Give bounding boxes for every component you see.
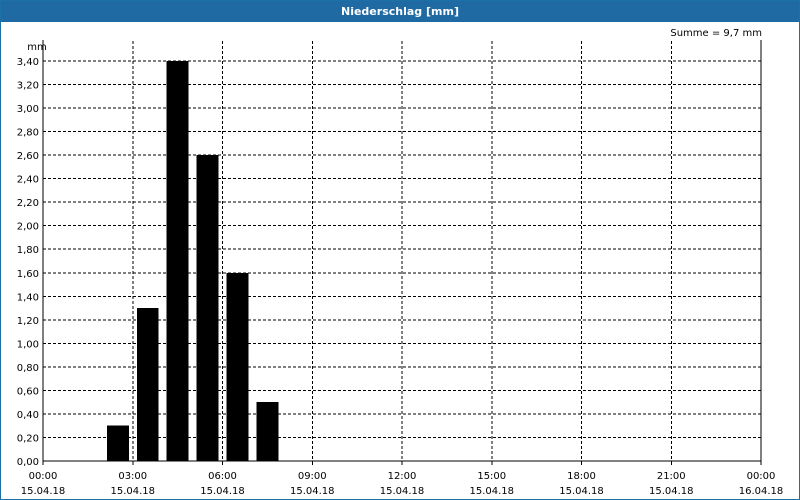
y-tick-label: 3,40 (17, 57, 39, 68)
precipitation-bar (166, 61, 189, 461)
y-tick-label: 1,20 (17, 316, 39, 327)
x-tick-date: 15.04.18 (21, 486, 66, 497)
precipitation-bar (256, 402, 279, 461)
x-tick-time: 03:00 (118, 471, 147, 482)
precipitation-bar (136, 308, 159, 461)
x-tick-date: 15.04.18 (649, 486, 694, 497)
y-tick-label: 1,00 (17, 339, 39, 350)
y-tick-label: 0,00 (17, 457, 39, 468)
y-tick-label: 2,80 (17, 128, 39, 139)
precipitation-bar (106, 425, 129, 461)
precipitation-chart: mm Summe = 9,7 mm 0,00 0,20 0,40 0,60 0,80 1,… (17, 28, 784, 497)
x-tick-date: 15.04.18 (290, 486, 335, 497)
x-tick-time: 06:00 (208, 471, 237, 482)
x-tick-time: 18:00 (567, 471, 596, 482)
x-tick-date: 16.04.18 (739, 486, 784, 497)
y-tick-label: 2,00 (17, 222, 39, 233)
x-tick-labels: 00:00 15.04.18 03:00 15.04.18 06:00 15.04.18 0… (21, 471, 784, 497)
y-tick-label: 2,20 (17, 198, 39, 209)
y-tick-label: 0,60 (17, 386, 39, 397)
y-tick-label: 2,40 (17, 175, 39, 186)
x-tick-date: 15.04.18 (200, 486, 245, 497)
x-tick-date: 15.04.18 (469, 486, 514, 497)
sum-label: Summe = 9,7 mm (670, 28, 762, 39)
x-tick-date: 15.04.18 (559, 486, 604, 497)
x-tick-time: 12:00 (388, 471, 417, 482)
y-tick-label: 3,00 (17, 104, 39, 115)
y-tick-label: 0,80 (17, 363, 39, 374)
y-tick-label: 0,40 (17, 410, 39, 421)
precipitation-bar (226, 272, 249, 461)
x-tick-time: 09:00 (298, 471, 327, 482)
y-tick-label: 1,60 (17, 269, 39, 280)
y-tick-label: 0,20 (17, 433, 39, 444)
x-tick-time: 21:00 (657, 471, 686, 482)
x-tick-date: 15.04.18 (380, 486, 425, 497)
y-tick-label: 2,60 (17, 151, 39, 162)
x-tick-time: 15:00 (477, 471, 506, 482)
y-tick-labels: 0,00 0,20 0,40 0,60 0,80 1,00 1,20 1,40 1,60 1,80… (17, 57, 39, 468)
precipitation-bar (196, 155, 219, 461)
x-tick-time: 00:00 (747, 471, 776, 482)
x-tick-date: 15.04.18 (110, 486, 155, 497)
y-tick-label: 1,40 (17, 292, 39, 303)
y-tick-label: 3,20 (17, 81, 39, 92)
y-axis-unit-label: mm (27, 42, 46, 53)
y-tick-label: 1,80 (17, 245, 39, 256)
x-tick-time: 00:00 (29, 471, 58, 482)
